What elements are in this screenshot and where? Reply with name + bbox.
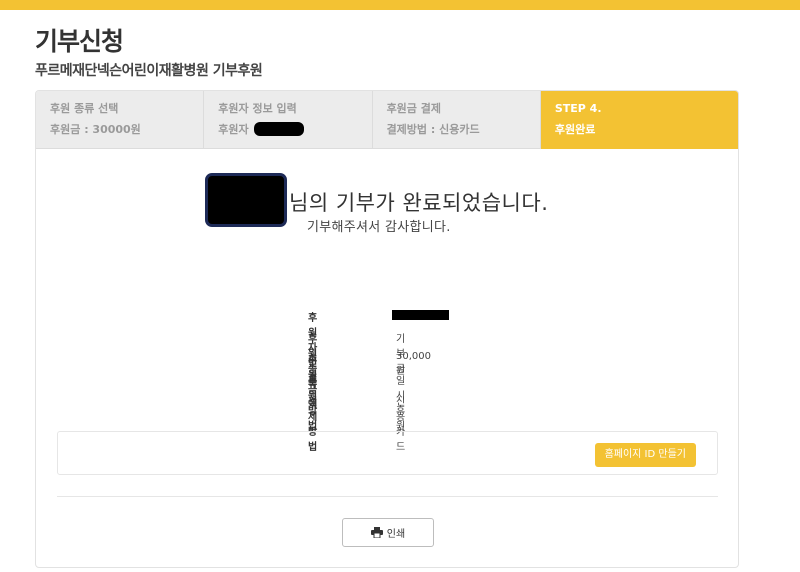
step-1-title: 후원 종류 선택 bbox=[50, 102, 119, 115]
step-2: 후원자 정보 입력 후원자 bbox=[204, 91, 373, 149]
step-4-title: STEP 4. bbox=[554, 102, 602, 115]
top-accent-bar bbox=[0, 0, 800, 10]
completion-message: 님의 기부가 완료되었습니다. bbox=[289, 191, 549, 215]
donation-complete-card: 후원 종류 선택 후원금 : 30000원 후원자 정보 입력 후원자 후원금 … bbox=[35, 90, 739, 568]
step-2-desc: 후원자 bbox=[218, 123, 253, 136]
step-4-active: STEP 4. 후원완료 bbox=[540, 91, 738, 149]
step-2-desc-row: 후원자 bbox=[218, 122, 371, 138]
page-title: 기부신청 bbox=[35, 27, 124, 56]
step-3-title: 후원금 결제 bbox=[386, 102, 441, 115]
create-homepage-id-button[interactable]: 홈페이지 ID 만들기 bbox=[594, 443, 696, 467]
step-1-desc: 후원금 : 30000원 bbox=[50, 123, 141, 136]
print-button[interactable]: 인쇄 bbox=[342, 518, 434, 547]
thank-you-message: 기부해주셔서 감사합니다. bbox=[307, 220, 451, 235]
step-1: 후원 종류 선택 후원금 : 30000원 bbox=[36, 91, 205, 149]
redacted-donor-name bbox=[254, 122, 305, 136]
printer-icon bbox=[370, 527, 383, 538]
divider bbox=[57, 496, 718, 497]
redacted-donor-number bbox=[392, 310, 449, 320]
step-progress: 후원 종류 선택 후원금 : 30000원 후원자 정보 입력 후원자 후원금 … bbox=[36, 91, 738, 149]
step-3: 후원금 결제 결제방법 : 신용카드 bbox=[373, 91, 541, 149]
step-4-desc: 후원완료 bbox=[554, 123, 596, 136]
account-action-box: 홈페이지 ID 만들기 bbox=[57, 431, 718, 475]
page-subtitle: 푸르메재단넥슨어린이재활병원 기부후원 bbox=[35, 63, 263, 79]
step-3-desc: 결제방법 : 신용카드 bbox=[386, 123, 480, 136]
redacted-donor-name-block bbox=[205, 173, 287, 227]
step-2-title: 후원자 정보 입력 bbox=[218, 102, 297, 115]
print-button-label: 인쇄 bbox=[386, 529, 406, 540]
